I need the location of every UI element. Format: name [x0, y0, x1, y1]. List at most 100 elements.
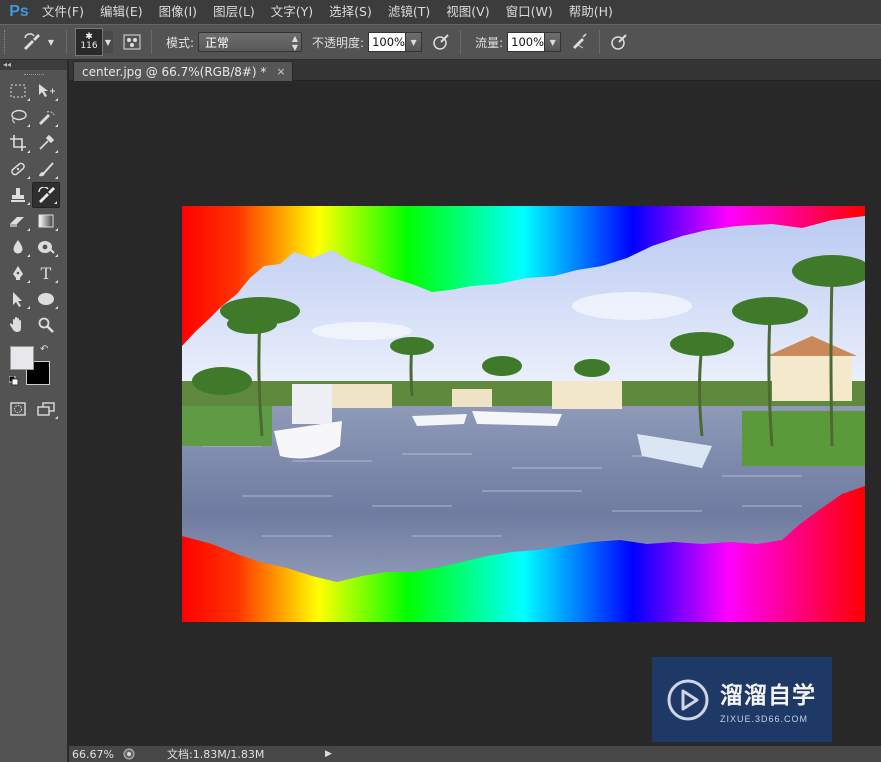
menu-bar: Ps 文件(F) 编辑(E) 图像(I) 图层(L) 文字(Y) 选择(S) 滤… — [0, 0, 881, 24]
watermark-subtitle: ZIXUE.3D66.COM — [720, 713, 809, 724]
dodge-tool[interactable] — [32, 234, 60, 260]
zoom-tool[interactable] — [32, 312, 60, 338]
path-select-tool[interactable] — [4, 286, 32, 312]
color-swatches: ↶ — [0, 344, 67, 396]
zoom-level[interactable]: 66.67% — [69, 748, 121, 761]
flow-input[interactable]: 100% — [507, 32, 546, 52]
pressure-size-button[interactable] — [608, 31, 630, 53]
clone-stamp-tool[interactable] — [4, 182, 32, 208]
status-info-icon — [123, 748, 135, 760]
history-brush-icon — [38, 187, 55, 203]
menu-filter[interactable]: 滤镜(T) — [380, 0, 438, 24]
brush-tool[interactable] — [32, 156, 60, 182]
tool-preset-picker[interactable]: ▼ — [18, 29, 58, 55]
eyedropper-tool[interactable] — [32, 130, 60, 156]
opacity-slider-button[interactable]: ▼ — [406, 32, 423, 52]
document-size-info: 文档:1.83M/1.83M — [167, 748, 265, 761]
chevron-updown-icon: ▲ ▼ — [291, 34, 299, 52]
screen-mode-icon — [37, 402, 55, 416]
document-tab-bar: center.jpg @ 66.7%(RGB/8#) * × — [69, 60, 881, 81]
menu-type[interactable]: 文字(Y) — [263, 0, 321, 24]
menu-view[interactable]: 视图(V) — [438, 0, 497, 24]
menu-help[interactable]: 帮助(H) — [561, 0, 621, 24]
menu-select[interactable]: 选择(S) — [321, 0, 380, 24]
brush-icon — [39, 162, 54, 177]
menu-image[interactable]: 图像(I) — [151, 0, 205, 24]
type-tool[interactable]: T — [32, 260, 60, 286]
crop-icon — [10, 135, 26, 151]
quick-mask-icon — [10, 402, 26, 416]
toolbox: ◂◂ T ↶ — [0, 60, 68, 762]
eraser-tool[interactable] — [4, 208, 32, 234]
menu-window[interactable]: 窗口(W) — [498, 0, 561, 24]
document-tab-title: center.jpg @ 66.7%(RGB/8#) * — [82, 64, 267, 79]
brush-dropdown-button[interactable]: ▼ — [103, 31, 113, 53]
divider — [151, 30, 152, 54]
flow-field[interactable]: 100% ▼ — [507, 32, 562, 52]
flow-slider-button[interactable]: ▼ — [545, 32, 562, 52]
photoshop-window: Ps 文件(F) 编辑(E) 图像(I) 图层(L) 文字(Y) 选择(S) 滤… — [0, 0, 881, 762]
mode-select[interactable]: 正常 ▲ ▼ — [198, 32, 303, 52]
eyedropper-icon — [39, 135, 54, 150]
chevron-down-icon: ▼ — [47, 37, 54, 47]
divider — [460, 30, 462, 54]
foreground-color-swatch[interactable] — [10, 346, 34, 370]
ellipse-shape-icon — [38, 293, 54, 305]
pen-icon — [13, 266, 23, 280]
opacity-field[interactable]: 100% ▼ — [368, 32, 423, 52]
ellipse-shape-tool[interactable] — [32, 286, 60, 312]
marquee-icon — [10, 84, 26, 98]
gradient-tool[interactable] — [32, 208, 60, 234]
hand-tool[interactable] — [4, 312, 32, 338]
move-tool[interactable] — [32, 78, 60, 104]
close-icon[interactable]: × — [276, 65, 285, 78]
dodge-icon — [38, 241, 55, 254]
canvas-area[interactable]: 溜溜自学 ZIXUE.3D66.COM — [69, 81, 881, 745]
quick-mask-button[interactable] — [4, 396, 32, 422]
default-colors-icon[interactable] — [9, 376, 19, 386]
lasso-tool[interactable] — [4, 104, 32, 130]
gradient-icon — [38, 214, 54, 228]
options-bar-grip[interactable] — [4, 30, 8, 54]
pressure-opacity-button[interactable] — [430, 31, 452, 53]
brush-panel-icon — [123, 34, 141, 50]
menu-file[interactable]: 文件(F) — [34, 0, 92, 24]
opacity-input[interactable]: 100% — [368, 32, 407, 52]
play-logo-icon — [667, 679, 709, 720]
menu-layer[interactable]: 图层(L) — [205, 0, 263, 24]
screen-mode-button[interactable] — [32, 396, 60, 422]
airbrush-icon — [573, 33, 587, 49]
healing-brush-icon — [11, 162, 25, 176]
blur-tool[interactable] — [4, 234, 32, 260]
marquee-tool[interactable] — [4, 78, 32, 104]
options-bar: ▼ ✱ 116 ▼ 模式: 正常 ▲ ▼ 不透明度: 100% ▼ 流量: 100… — [0, 24, 881, 60]
document-image[interactable] — [182, 206, 865, 622]
airbrush-button[interactable] — [569, 31, 591, 53]
toolbox-grip[interactable] — [0, 70, 67, 78]
swap-colors-icon[interactable]: ↶ — [40, 344, 48, 355]
status-menu-arrow-icon[interactable]: ▶ — [325, 749, 332, 759]
brush-preset-picker[interactable]: ✱ 116 — [75, 28, 103, 56]
type-icon: T — [40, 263, 52, 283]
path-select-icon — [13, 292, 22, 307]
crop-tool[interactable] — [4, 130, 32, 156]
divider — [66, 30, 67, 54]
zoom-icon — [38, 317, 54, 333]
document-tab[interactable]: center.jpg @ 66.7%(RGB/8#) * × — [73, 61, 293, 81]
healing-brush-tool[interactable] — [4, 156, 32, 182]
status-bar: 66.67% 文档:1.83M/1.83M ▶ — [69, 745, 881, 762]
toolbox-collapse-button[interactable]: ◂◂ — [0, 60, 67, 70]
pen-tool[interactable] — [4, 260, 32, 286]
quick-select-icon — [39, 111, 55, 125]
move-icon — [39, 84, 55, 97]
ps-logo: Ps — [9, 3, 29, 20]
quick-select-tool[interactable] — [32, 104, 60, 130]
status-info-button[interactable] — [121, 747, 137, 761]
menu-edit[interactable]: 编辑(E) — [92, 0, 151, 24]
watermark: 溜溜自学 ZIXUE.3D66.COM — [652, 657, 832, 742]
hand-icon — [9, 317, 21, 332]
brush-panel-button[interactable] — [121, 31, 143, 53]
opacity-label: 不透明度: — [312, 35, 365, 50]
pen-pressure-icon — [433, 34, 449, 50]
history-brush-tool[interactable] — [32, 182, 60, 208]
